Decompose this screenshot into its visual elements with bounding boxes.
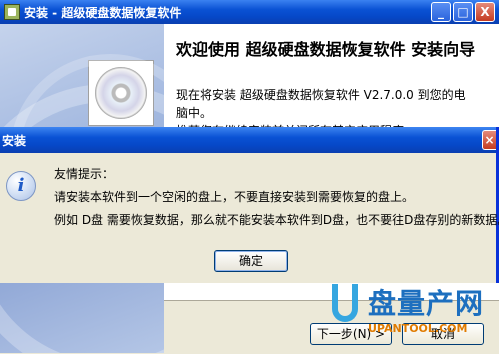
- wizard-description: 现在将安装 超级硬盘数据恢复软件 V2.7.0.0 到您的电脑中。: [176, 88, 466, 120]
- watermark-brand: 盘量产网: [368, 287, 485, 320]
- minimize-button[interactable]: _: [431, 2, 451, 22]
- title-bar: 安装 - 超级硬盘数据恢复软件 _ □ X: [0, 0, 499, 24]
- wizard-heading: 欢迎使用 超级硬盘数据恢复软件 安装向导: [176, 40, 476, 59]
- watermark-site: UPANTOOL.COM: [368, 322, 468, 335]
- cd-icon: [88, 60, 154, 126]
- close-button[interactable]: X: [475, 2, 495, 22]
- info-icon: i: [6, 171, 36, 201]
- dialog-title: 安装: [2, 134, 27, 148]
- info-dialog: 安装 × i 友情提示： 请安装本软件到一个空闲的盘上，不要直接安装到需要恢复的…: [0, 127, 499, 283]
- dialog-heading: 友情提示：: [54, 167, 115, 181]
- maximize-button[interactable]: □: [453, 2, 473, 22]
- dialog-message-line1: 请安装本软件到一个空闲的盘上，不要直接安装到需要恢复的盘上。: [54, 190, 415, 204]
- installer-icon: [4, 4, 20, 20]
- window-title: 安装 - 超级硬盘数据恢复软件: [24, 6, 182, 20]
- dialog-message-line2: 例如 D盘 需要恢复数据，那么就不能安装本软件到D盘，也不要往D盘存别的新数据。: [54, 213, 499, 227]
- u-logo-icon: [332, 284, 358, 322]
- dialog-close-button[interactable]: ×: [482, 130, 496, 150]
- watermark-logo: 盘量产网 UPANTOOL.COM: [332, 278, 499, 353]
- ok-button[interactable]: 确定: [214, 250, 288, 272]
- dialog-title-bar: 安装 ×: [0, 127, 496, 153]
